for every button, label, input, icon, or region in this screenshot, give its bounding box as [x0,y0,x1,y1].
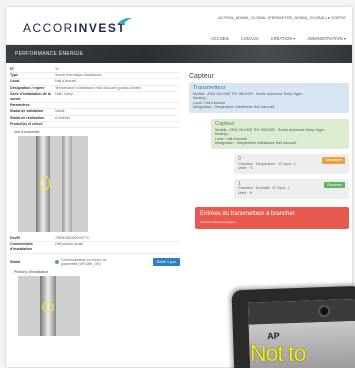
alert-title: Entrées du transmetteur à brancher [200,210,295,217]
overview-photo[interactable] [18,136,88,233]
enable-input-button[interactable]: Réactiver [324,181,345,189]
brand-logo[interactable]: ACCORINVEST [23,21,126,35]
nav-creation[interactable]: CRÉATION ▾ [271,36,296,41]
detail-list: N° 10 Type Sonde thermique d'ambiance Loca… [10,67,180,129]
location-marker [42,301,54,312]
detail-key: Commentaire d'installation [10,242,55,254]
location-marker [40,176,50,191]
photo2-section-label: Photo(s) d'installation [14,269,49,274]
detail-list-2: DevEI 70B3D5E050002F73 Commentaire d'inst… [10,236,180,254]
input-unit: Unité : % [238,190,253,195]
disable-input-button[interactable]: Désactiver [322,156,345,164]
status-value: Communication en erreur ou passerelle (U… [61,257,107,266]
detail-value: Hall poteau droite [55,242,180,254]
detail-panel: N° 10 Type Sonde thermique d'ambiance Loca… [10,67,180,336]
sensor-panel: Capteur Transmetteur Modèle : ATIM ON LI… [189,73,349,229]
bird-icon [118,17,132,25]
sensor-title: Capteur [215,120,235,127]
inputs-alert: Entrées du transmetteur à brancher Aucun… [195,206,349,229]
nav-accueil[interactable]: ACCUEIL [211,36,229,41]
sensor-card[interactable]: Capteur Modèle : ATIM ON LINE TH+ INDOOR… [211,118,349,149]
photo-pole [62,136,72,233]
brand-text-left: ACCOR [23,21,74,35]
sensor-input-card[interactable]: 0 Grandeur : Température N° input : 0 Un… [234,153,349,174]
page-title: PERFORMANCE ÉNERGIE [15,51,84,57]
sensor-input-card[interactable]: 1 Grandeur : Humidité N° input : 1 Unité… [234,178,349,199]
main-nav: ACCUEIL LOGAUX CRÉATION ▾ ADMINISTRATION… [211,36,346,41]
nav-logaux[interactable]: LOGAUX [241,36,258,41]
sensor-designation: Désignation : Température d'ambiance Hal… [215,141,297,146]
installation-photo[interactable] [18,275,80,336]
alert-subtitle: Aucune Entrée Analogique [200,219,236,224]
input-grandeur-text: Grandeur : Humidité [238,186,270,191]
screenshot-frame: ACCORINVEST ACTION_ADMIN_GLOBAL (PERIMET… [0,0,355,368]
user-session-label[interactable]: ACTION_ADMIN_GLOBAL (PERIMETRE_ADMIN_GLO… [218,15,346,20]
transmitter-title: Transmetteur [193,85,226,91]
photo-section-label: Vue d'ensemble [14,130,40,135]
detail-key: Produit(s) et relevé [10,122,55,129]
detail-value: Hall / lobby [55,92,180,104]
input-index: N° input : 1 [272,186,290,191]
status-row: Statut Communication en erreur ou passer… [10,257,180,266]
watermark-text: Not to [250,340,306,366]
status-indicator-icon [55,259,59,264]
device-label: AP [266,330,280,342]
top-header: ACCORINVEST ACTION_ADMIN_GLOBAL (PERIMET… [6,7,352,45]
sensor-panel-title: Capteur [189,73,214,80]
page-banner: PERFORMANCE ÉNERGIE [6,45,352,63]
reread-button[interactable]: Relire 1 jour [152,257,180,266]
detail-value [55,122,180,129]
detail-key: Zone d'installation de la sonde [10,92,55,104]
transmitter-card[interactable]: Transmetteur Modèle : ATIM ON LINE TH+ I… [189,83,349,113]
transmitter-designation: Désignation : Température d'ambiance Hal… [193,105,275,110]
nav-administration[interactable]: ADMINISTRATION ▾ [307,36,346,41]
input-grandeur-text: Grandeur : Température [238,161,276,166]
input-unit: Unité : °C [238,166,254,171]
status-label: Statut [10,259,21,264]
input-index: N° input : 0 [278,161,296,166]
